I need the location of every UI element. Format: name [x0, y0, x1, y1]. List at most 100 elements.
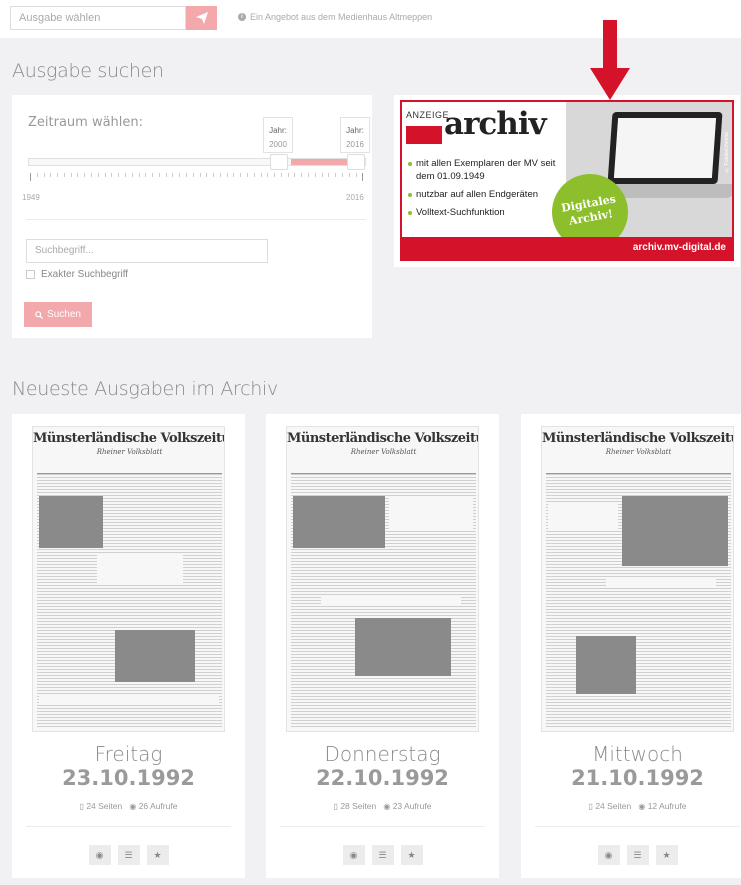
- card-divider: [280, 826, 485, 827]
- arrow-down-icon: [590, 20, 630, 100]
- card-divider: [26, 826, 231, 827]
- star-icon: ★: [153, 849, 162, 860]
- issue-thumbnail[interactable]: Münsterländische Volkszeitung Rheiner Vo…: [541, 426, 734, 732]
- newspaper-headline-block: [321, 596, 461, 604]
- issue-meta: ▯ 24 Seiten ◉ 12 Aufrufe: [521, 801, 741, 811]
- issue-meta: ▯ 24 Seiten ◉ 26 Aufrufe: [12, 801, 245, 811]
- archive-ad-banner[interactable]: ANZEIGE archiv mit allen Exemplaren der …: [400, 100, 734, 261]
- submit-edition-button[interactable]: [186, 6, 217, 30]
- ad-label: ANZEIGE: [406, 110, 450, 120]
- newspaper-headline-block: [39, 696, 219, 704]
- issue-meta: ▯ 28 Seiten ◉ 23 Aufrufe: [266, 801, 499, 811]
- search-button[interactable]: Suchen: [24, 302, 92, 327]
- issue-card[interactable]: Münsterländische Volkszeitung Rheiner Vo…: [266, 414, 499, 878]
- slider-min-label: 1949: [22, 193, 40, 202]
- year-to-handle[interactable]: [347, 154, 365, 170]
- issue-date: 22.10.1992: [316, 766, 449, 790]
- card-divider: [535, 826, 740, 827]
- view-button[interactable]: ◉: [342, 845, 365, 865]
- info-icon: i: [238, 13, 246, 21]
- issue-subhead: Rheiner Volksblatt: [350, 448, 417, 456]
- ad-feature-item: mit allen Exemplaren der MV seit dem 01.…: [408, 157, 566, 183]
- issue-subhead: Rheiner Volksblatt: [96, 448, 163, 456]
- view-button[interactable]: ◉: [597, 845, 620, 865]
- ad-title: archiv: [444, 106, 547, 142]
- issue-weekday: Donnerstag: [324, 742, 441, 766]
- issue-pages: 24 Seiten: [595, 801, 632, 811]
- list-button[interactable]: ☰: [371, 845, 394, 865]
- newspaper-photo: [39, 496, 103, 548]
- list-icon: ☰: [124, 849, 133, 860]
- favorite-button[interactable]: ★: [400, 845, 423, 865]
- list-icon: ☰: [378, 849, 387, 860]
- slider-ticks: [30, 173, 364, 183]
- year-from-handle[interactable]: [270, 154, 288, 170]
- issue-card[interactable]: Münsterländische Volkszeitung Rheiner Vo…: [521, 414, 741, 878]
- search-term-input[interactable]: Suchbegriff...: [26, 239, 268, 263]
- eye-icon: ◉: [129, 802, 137, 811]
- favorite-button[interactable]: ★: [655, 845, 678, 865]
- eye-icon: ◉: [383, 802, 391, 811]
- year-to-tooltip: Jahr: 2016: [340, 117, 370, 153]
- year-to-label: Jahr:: [346, 126, 364, 135]
- panel-divider: [26, 219, 366, 220]
- issue-thumbnail[interactable]: Münsterländische Volkszeitung Rheiner Vo…: [286, 426, 479, 732]
- issue-views: 23 Aufrufe: [392, 801, 432, 811]
- slider-max-label: 2016: [346, 193, 364, 202]
- publisher-note: i Ein Angebot aus dem Medienhaus Altmepp…: [238, 12, 432, 22]
- issue-views: 12 Aufrufe: [647, 801, 687, 811]
- exact-term-checkbox[interactable]: [26, 270, 35, 279]
- exact-term-label: Exakter Suchbegriff: [41, 269, 129, 280]
- page-icon: ▯: [588, 802, 593, 811]
- view-button[interactable]: ◉: [88, 845, 111, 865]
- newspaper-page: [37, 473, 222, 727]
- star-icon: ★: [407, 849, 416, 860]
- eye-icon: ◉: [604, 849, 613, 860]
- range-label: Zeitraum wählen:: [28, 115, 144, 130]
- issue-pages: 28 Seiten: [340, 801, 377, 811]
- issue-pages: 24 Seiten: [86, 801, 123, 811]
- newspaper-photo: [293, 496, 385, 548]
- ad-photo-credit: © Fotolia/chrome: [724, 132, 730, 173]
- publisher-note-text: Ein Angebot aus dem Medienhaus Altmeppen: [250, 12, 433, 22]
- issue-thumbnail[interactable]: Münsterländische Volkszeitung Rheiner Vo…: [32, 426, 225, 732]
- year-to-value: 2016: [346, 140, 364, 149]
- page-icon: ▯: [333, 802, 338, 811]
- issue-actions: ◉ ☰ ★: [521, 845, 741, 865]
- exact-term-option[interactable]: Exakter Suchbegriff: [26, 269, 128, 280]
- issue-date: 23.10.1992: [62, 766, 195, 790]
- list-button[interactable]: ☰: [626, 845, 649, 865]
- issue-card[interactable]: Münsterländische Volkszeitung Rheiner Vo…: [12, 414, 245, 878]
- issue-subhead: Rheiner Volksblatt: [605, 448, 672, 456]
- issue-date: 21.10.1992: [571, 766, 704, 790]
- newspaper-headline-block: [97, 554, 183, 584]
- newspaper-photo: [622, 496, 728, 566]
- issue-actions: ◉ ☰ ★: [266, 845, 499, 865]
- issue-weekday: Freitag: [94, 742, 163, 766]
- page-icon: ▯: [79, 802, 84, 811]
- ad-container: ANZEIGE archiv mit allen Exemplaren der …: [394, 95, 740, 267]
- newspaper-headline-block: [606, 578, 716, 586]
- issue-weekday: Mittwoch: [592, 742, 683, 766]
- list-button[interactable]: ☰: [117, 845, 140, 865]
- newspaper-headline-block: [389, 496, 473, 530]
- eye-icon: ◉: [95, 849, 104, 860]
- latest-heading: Neueste Ausgaben im Archiv: [12, 378, 278, 400]
- paper-plane-icon: [195, 12, 208, 24]
- newspaper-photo: [355, 618, 451, 676]
- year-range-selection: [291, 159, 353, 165]
- search-panel: Zeitraum wählen: Jahr: 2000 Jahr: 2016 1…: [12, 95, 372, 338]
- edition-select[interactable]: Ausgabe wählen: [10, 6, 186, 30]
- newspaper-page: [291, 473, 476, 727]
- list-icon: ☰: [633, 849, 642, 860]
- search-button-label: Suchen: [47, 309, 81, 320]
- ad-feature-item: nutzbar auf allen Endgeräten: [408, 188, 566, 201]
- year-from-tooltip: Jahr: 2000: [263, 117, 293, 153]
- ad-url[interactable]: archiv.mv-digital.de: [402, 237, 732, 259]
- issue-views: 26 Aufrufe: [138, 801, 178, 811]
- newspaper-photo: [115, 630, 195, 682]
- eye-icon: ◉: [638, 802, 646, 811]
- ad-logo-block: [406, 126, 442, 144]
- year-from-value: 2000: [269, 140, 287, 149]
- favorite-button[interactable]: ★: [146, 845, 169, 865]
